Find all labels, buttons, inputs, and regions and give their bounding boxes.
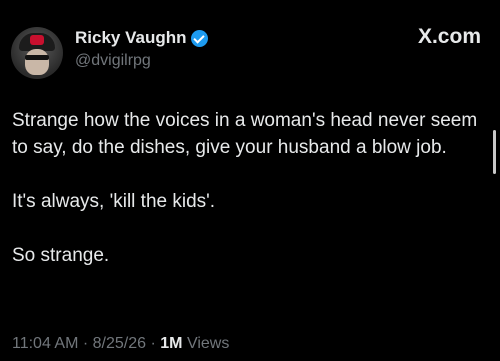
cap-logo-graphic [30,35,44,45]
views-count: 1M [160,335,183,352]
views-label: Views [186,335,230,352]
tweet-date[interactable]: 8/25/26 [93,335,146,352]
tweet-paragraph-2: It's always, 'kill the kids'. [12,191,216,212]
brand-label: X.com [417,25,481,48]
author-handle[interactable]: @dvigilrpg [75,52,151,70]
author-name-row: Ricky Vaughn [75,28,209,48]
meta-separator-2: · [150,335,156,352]
meta-separator-1: · [82,335,89,352]
author-name[interactable]: Ricky Vaughn [75,28,186,48]
tweet-meta: 11:04 AM · 8/25/26 · 1M Views [12,335,229,353]
tweet-time[interactable]: 11:04 AM [12,335,78,352]
avatar[interactable] [11,27,63,79]
face-graphic [25,49,49,75]
scrollbar[interactable] [493,130,496,174]
tweet-paragraph-3: So strange. [12,245,110,266]
glasses-graphic [25,55,49,60]
tweet-paragraph-1: Strange how the voices in a woman's head… [12,110,478,158]
tweet-body: Strange how the voices in a woman's head… [12,107,482,269]
verified-badge-icon [191,29,209,47]
